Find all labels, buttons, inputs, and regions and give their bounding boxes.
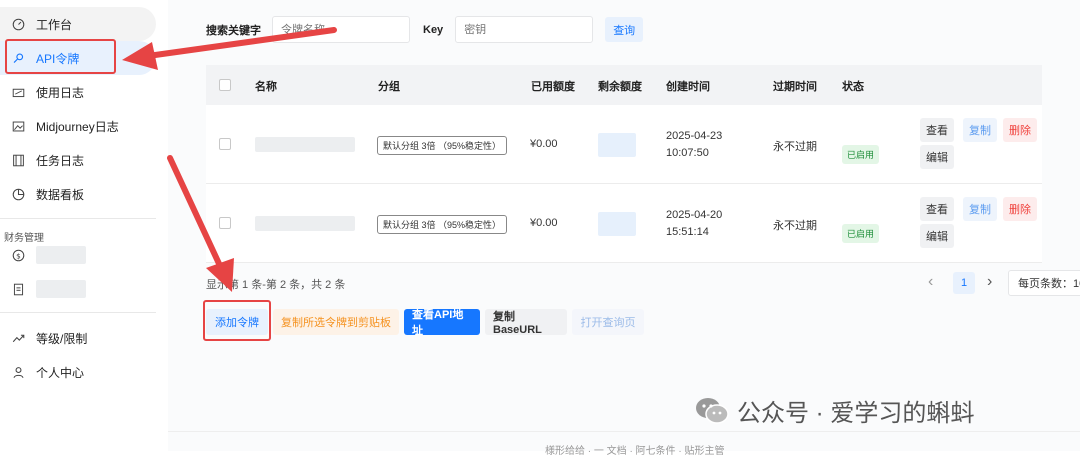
footer-links: 様形给给 · 一 文档 · 阿七条件 · 贴形主管 xyxy=(545,446,725,457)
arrow-to-add-token-icon xyxy=(167,155,234,292)
arrow-to-api-token-icon xyxy=(122,27,337,70)
watermark-text: 公众号 · 爱学习的蝌蚪 xyxy=(737,400,975,427)
annotation-arrows xyxy=(122,27,337,292)
footer-divider xyxy=(168,431,1080,432)
watermark: 公众号 · 爱学习的蝌蚪 xyxy=(695,393,974,428)
wechat-icon xyxy=(696,397,729,424)
